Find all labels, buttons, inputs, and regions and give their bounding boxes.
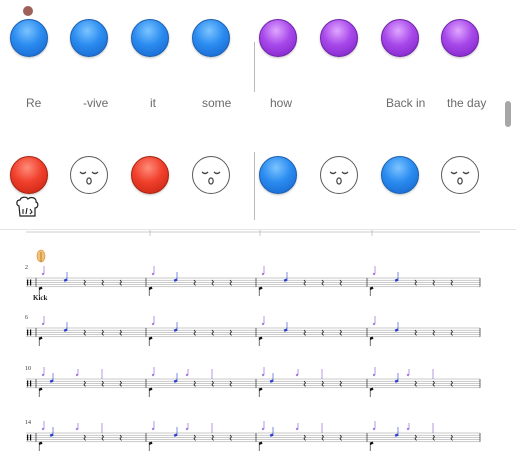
- measure-number: 10: [25, 366, 31, 372]
- sleepy-face-icon: [79, 171, 99, 185]
- sleepy-face-pad[interactable]: [320, 156, 358, 194]
- instrument-label: Kick: [33, 294, 48, 302]
- blue-pad[interactable]: [259, 156, 297, 194]
- sleepy-face-pad[interactable]: [192, 156, 230, 194]
- sleepy-face-pad[interactable]: [70, 156, 108, 194]
- red-pad[interactable]: [10, 156, 48, 194]
- percussion-clef: [30, 380, 32, 387]
- lyric-word: how: [270, 96, 293, 110]
- pad-panel: Re -vive it some how Back in the day: [0, 0, 516, 228]
- blue-pad[interactable]: [70, 19, 108, 57]
- purple-pad[interactable]: [381, 19, 419, 57]
- lyric-word: Re: [26, 96, 42, 110]
- percussion-clef: [30, 434, 32, 441]
- sleepy-face-icon: [329, 171, 349, 185]
- measure-number: 6: [25, 315, 28, 321]
- percussion-clef: [27, 380, 29, 387]
- lyric-word: Back in: [386, 96, 426, 110]
- vertical-scrollbar[interactable]: [505, 101, 511, 127]
- percussion-clef: [30, 279, 32, 286]
- drum-score: 2 6 10 14 Kick: [0, 229, 516, 451]
- measure-number: 2: [25, 265, 28, 271]
- lyric-word: -vive: [83, 96, 109, 110]
- lyric-word: the day: [447, 96, 487, 110]
- section-divider: [254, 42, 255, 92]
- percussion-clef: [27, 279, 29, 286]
- blue-pad[interactable]: [192, 19, 230, 57]
- purple-pad[interactable]: [320, 19, 358, 57]
- playhead-marker: [23, 6, 33, 16]
- blue-pad[interactable]: [10, 19, 48, 57]
- lyric-word: it: [150, 96, 156, 110]
- blue-pad[interactable]: [131, 19, 169, 57]
- percussion-clef: [27, 434, 29, 441]
- section-divider: [254, 152, 255, 220]
- chef-hat-icon: [14, 196, 40, 225]
- measure-number: 14: [25, 420, 31, 426]
- sleepy-face-icon: [450, 171, 470, 185]
- sleepy-face-icon: [201, 171, 221, 185]
- percussion-clef: [27, 329, 29, 336]
- purple-pad[interactable]: [259, 19, 297, 57]
- blue-pad[interactable]: [381, 156, 419, 194]
- percussion-clef: [30, 329, 32, 336]
- red-pad[interactable]: [131, 156, 169, 194]
- purple-pad[interactable]: [441, 19, 479, 57]
- sleepy-face-pad[interactable]: [441, 156, 479, 194]
- score-canvas: 2 6 10 14: [25, 230, 481, 451]
- lyric-word: some: [202, 96, 232, 110]
